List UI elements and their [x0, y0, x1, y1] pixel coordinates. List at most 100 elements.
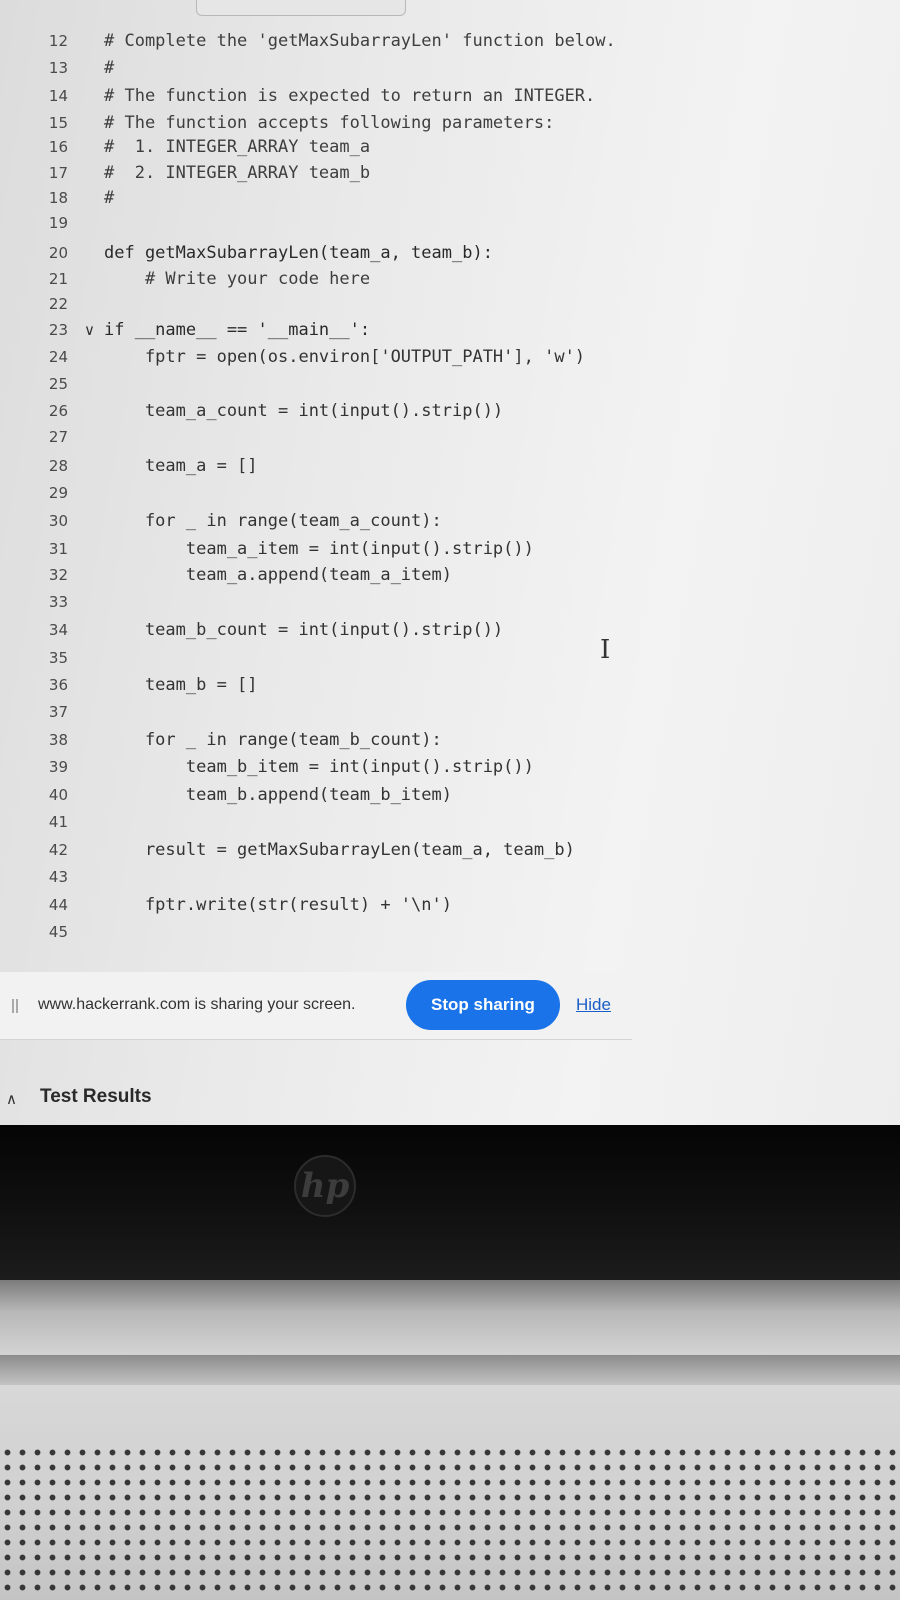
test-results-label[interactable]: Test Results — [40, 1086, 152, 1108]
line-number: 43 — [48, 868, 68, 886]
line-number: 13 — [48, 59, 68, 77]
code-line[interactable]: 19 — [0, 210, 900, 236]
code-line[interactable]: 39 team_b_item = int(input().strip()) — [0, 754, 900, 780]
code-text: fptr.write(str(result) + '\n') — [104, 895, 452, 915]
line-number: 28 — [48, 457, 68, 475]
line-number: 22 — [48, 295, 68, 313]
code-text: # Complete the 'getMaxSubarrayLen' funct… — [104, 31, 616, 51]
code-text: # — [104, 188, 115, 208]
code-line[interactable]: 41 — [0, 809, 900, 835]
code-text: for _ in range(team_a_count): — [104, 511, 442, 531]
code-line[interactable]: 20 def getMaxSubarrayLen(team_a, team_b): — [0, 240, 900, 266]
line-number: 36 — [48, 676, 68, 694]
code-text: # 2. INTEGER_ARRAY team_b — [104, 163, 371, 183]
code-line[interactable]: 42 result = getMaxSubarrayLen(team_a, te… — [0, 837, 900, 863]
code-line[interactable]: 35 I — [0, 637, 900, 671]
line-number: 34 — [48, 621, 68, 639]
code-line[interactable]: 12 # Complete the 'getMaxSubarrayLen' fun… — [0, 28, 900, 54]
code-text: team_b_item = int(input().strip()) — [104, 757, 534, 777]
code-line[interactable]: 18 # — [0, 185, 900, 211]
line-number: 14 — [48, 87, 68, 105]
code-line[interactable]: 34 team_b_count = int(input().strip()) — [0, 617, 900, 643]
code-text: result = getMaxSubarrayLen(team_a, team_… — [104, 840, 575, 860]
drag-handle-icon[interactable] — [12, 999, 18, 1013]
code-text: # 1. INTEGER_ARRAY team_a — [104, 137, 371, 157]
code-line[interactable]: 13 # — [0, 55, 900, 81]
hide-link[interactable]: Hide — [576, 995, 611, 1015]
code-line[interactable]: 26 team_a_count = int(input().strip()) — [0, 398, 900, 424]
code-line[interactable]: 29 — [0, 480, 900, 506]
line-number: 31 — [48, 540, 68, 558]
line-number: 39 — [48, 758, 68, 776]
code-line[interactable]: 22 — [0, 291, 900, 317]
code-text: fptr = open(os.environ['OUTPUT_PATH'], '… — [104, 347, 586, 367]
line-number: 20 — [48, 244, 68, 262]
line-number: 35 — [48, 649, 68, 667]
line-number: 37 — [48, 703, 68, 721]
code-line[interactable]: 21 # Write your code here — [0, 266, 900, 292]
code-text: team_a_count = int(input().strip()) — [104, 401, 504, 421]
code-text: if __name__ == '__main__': — [104, 320, 371, 340]
code-line[interactable]: 15 # The function accepts following param… — [0, 110, 900, 136]
line-number: 18 — [48, 189, 68, 207]
line-number: 16 — [48, 138, 68, 156]
code-text: team_b_count = int(input().strip()) — [104, 620, 504, 640]
code-line[interactable]: 45 — [0, 919, 900, 945]
line-number: 44 — [48, 896, 68, 914]
code-line[interactable]: 27 — [0, 424, 900, 450]
code-text: # Write your code here — [104, 269, 371, 289]
hp-logo: hp — [294, 1155, 356, 1217]
line-number: 38 — [48, 731, 68, 749]
line-number: 19 — [48, 214, 68, 232]
line-number: 12 — [48, 32, 68, 50]
code-line[interactable]: 44 fptr.write(str(result) + '\n') — [0, 892, 900, 918]
line-number: 29 — [48, 484, 68, 502]
code-line[interactable]: 38 for _ in range(team_b_count): — [0, 727, 900, 753]
screen-sharing-bar: www.hackerrank.com is sharing your scree… — [0, 972, 632, 1040]
line-number: 45 — [48, 923, 68, 941]
code-line[interactable]: 16 # 1. INTEGER_ARRAY team_a — [0, 134, 900, 160]
code-text: team_a = [] — [104, 456, 258, 476]
laptop-screen: 12 # Complete the 'getMaxSubarrayLen' fun… — [0, 0, 900, 1125]
line-number: 15 — [48, 114, 68, 132]
code-line[interactable]: 14 # The function is expected to return a… — [0, 83, 900, 109]
code-line[interactable]: 32 team_a.append(team_a_item) — [0, 562, 900, 588]
line-number: 32 — [48, 566, 68, 584]
chevron-down-icon[interactable]: ∨ — [84, 317, 95, 343]
caret-up-icon[interactable]: ∧ — [6, 1090, 17, 1108]
screen-bezel: hp — [0, 1125, 900, 1280]
line-number: 17 — [48, 164, 68, 182]
code-editor[interactable]: 12 # Complete the 'getMaxSubarrayLen' fun… — [0, 0, 900, 975]
code-line[interactable]: 25 — [0, 371, 900, 397]
i-beam-cursor-icon: I — [600, 635, 611, 665]
code-text: # — [104, 58, 115, 78]
line-number: 27 — [48, 428, 68, 446]
code-line[interactable]: 28 team_a = [] — [0, 453, 900, 479]
code-line[interactable]: 33 — [0, 589, 900, 615]
code-text: # The function is expected to return an … — [104, 86, 596, 106]
code-line[interactable]: 43 — [0, 864, 900, 890]
code-text: team_b.append(team_b_item) — [104, 785, 452, 805]
code-line[interactable]: 31 team_a_item = int(input().strip()) — [0, 536, 900, 562]
line-number: 23 — [48, 321, 68, 339]
line-number: 25 — [48, 375, 68, 393]
code-line[interactable]: 36 team_b = [] — [0, 672, 900, 698]
code-text: # The function accepts following paramet… — [104, 113, 555, 133]
line-number: 24 — [48, 348, 68, 366]
code-text: team_b = [] — [104, 675, 258, 695]
code-text: team_a.append(team_a_item) — [104, 565, 452, 585]
code-line[interactable]: 23 ∨ if __name__ == '__main__': — [0, 317, 900, 343]
code-line[interactable]: 17 # 2. INTEGER_ARRAY team_b — [0, 160, 900, 186]
line-number: 33 — [48, 593, 68, 611]
line-number: 40 — [48, 786, 68, 804]
code-line[interactable]: 37 — [0, 699, 900, 725]
code-line[interactable]: 30 for _ in range(team_a_count): — [0, 508, 900, 534]
line-number: 21 — [48, 270, 68, 288]
line-number: 26 — [48, 402, 68, 420]
hinge-edge — [0, 1355, 900, 1385]
line-number: 41 — [48, 813, 68, 831]
stop-sharing-button[interactable]: Stop sharing — [406, 980, 560, 1030]
code-line[interactable]: 24 fptr = open(os.environ['OUTPUT_PATH']… — [0, 344, 900, 370]
test-results-panel-header[interactable]: ∧ Test Results — [0, 1082, 900, 1122]
code-line[interactable]: 40 team_b.append(team_b_item) — [0, 782, 900, 808]
